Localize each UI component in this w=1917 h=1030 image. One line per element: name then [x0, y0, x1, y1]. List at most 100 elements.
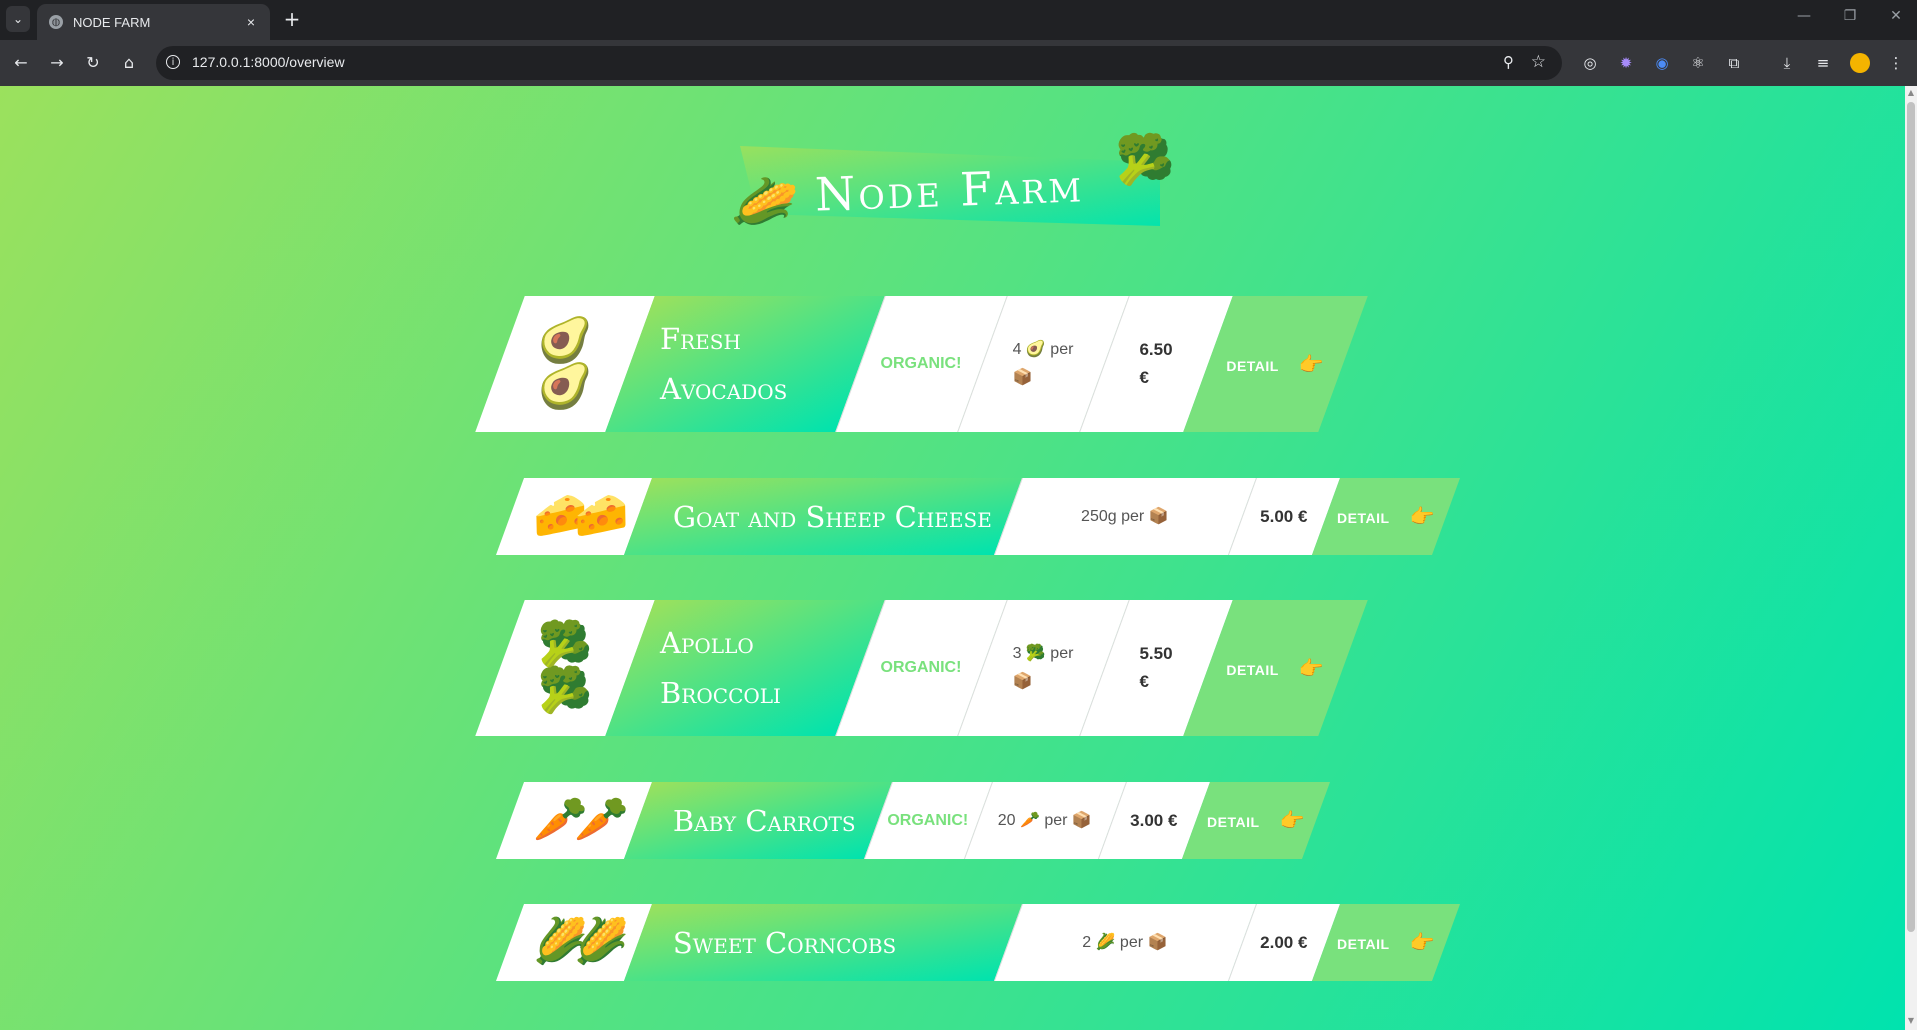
pointing-hand-icon: 👉 [1409, 932, 1435, 954]
vertical-scrollbar[interactable]: ▲ ▼ [1905, 86, 1917, 1030]
product-price: 6.50 € [1139, 340, 1173, 387]
goat-and-sheep-cheese-emoji-icon: 🧀🧀 [533, 490, 615, 542]
product-name[interactable]: Goat and Sheep Cheese [638, 492, 1008, 542]
page-heading: 🌽 Node Farm 🥦 [729, 131, 1175, 241]
segment-content: Goat and Sheep Cheese [638, 492, 1008, 542]
segment-content: ORGANIC! [878, 812, 978, 830]
detail-button[interactable]: DETAIL 👉 [1207, 808, 1305, 833]
product-quantity: 250g per 📦 [1081, 507, 1169, 525]
segment-content: 5.00 € [1242, 503, 1326, 531]
organic-badge: ORGANIC! [880, 659, 962, 676]
card-segment: 2 🌽 per 📦 [993, 904, 1257, 981]
product-price: 3.00 € [1130, 810, 1178, 830]
product-price: 5.50 € [1139, 644, 1173, 691]
reload-icon[interactable]: ↻ [82, 52, 104, 74]
tab-active[interactable]: ◍ NODE FARM × [37, 4, 270, 40]
segment-content: DETAIL 👉 [1326, 504, 1446, 529]
segment-content: Baby Carrots [638, 796, 878, 846]
home-icon[interactable]: ⌂ [118, 52, 140, 74]
segment-content: ORGANIC! [860, 355, 982, 373]
pointing-hand-icon: 👉 [1409, 506, 1435, 528]
detail-button[interactable]: DETAIL 👉 [1227, 656, 1325, 681]
broccoli-icon: 🥦 [1115, 132, 1175, 188]
baby-carrots-emoji-icon: 🥕🥕 [533, 794, 615, 846]
product-name[interactable]: Fresh Avocados [630, 314, 860, 414]
back-icon[interactable]: ← [10, 52, 32, 74]
tab-search-button[interactable]: ⌄ [6, 6, 30, 32]
detail-button[interactable]: DETAIL 👉 [1337, 930, 1435, 955]
page-title: Node Farm [814, 158, 1085, 222]
card-segment: Goat and Sheep Cheese [623, 478, 1023, 555]
organic-badge: ORGANIC! [887, 811, 969, 829]
new-tab-button[interactable]: + [281, 8, 303, 30]
product-name[interactable]: Sweet Corncobs [638, 918, 1008, 968]
close-tab-icon[interactable]: × [242, 13, 260, 31]
segment-content: 5.50 € [1104, 640, 1208, 696]
reading-list-icon[interactable]: ≡ [1813, 53, 1833, 73]
scrollbar-thumb[interactable] [1907, 102, 1915, 932]
segment-content: DETAIL 👉 [1208, 656, 1343, 681]
forward-icon[interactable]: → [46, 52, 68, 74]
site-info-icon[interactable]: i [166, 55, 180, 69]
card-segment: 250g per 📦 [993, 478, 1257, 555]
segment-content: ORGANIC! [860, 659, 982, 677]
product-price: 5.00 € [1260, 506, 1308, 526]
downloads-icon[interactable]: ⤓ [1777, 53, 1797, 73]
product-quantity: 2 🌽 per 📦 [1082, 933, 1168, 951]
product-card: 🥑 🥑 Fresh Avocados ORGANIC! 4 🥑 per 📦 6.50 € DETA… [475, 296, 1428, 432]
segment-content: 250g per 📦 [1008, 503, 1242, 531]
segment-content: 4 🥑 per 📦 [982, 336, 1104, 392]
segment-content: 🧀🧀 [510, 490, 638, 542]
extension-gear-icon[interactable]: ✹ [1616, 53, 1636, 73]
segment-content: 2 🌽 per 📦 [1008, 929, 1242, 957]
detail-button[interactable]: DETAIL 👉 [1337, 504, 1435, 529]
apollo-broccoli-emoji-icon: 🥦 🥦 [537, 618, 593, 716]
segment-content: 🌽🌽 [510, 916, 638, 968]
tab-title: NODE FARM [73, 14, 151, 30]
segment-content: 3 🥦 per 📦 [982, 640, 1104, 696]
scroll-up-icon[interactable]: ▲ [1906, 88, 1916, 97]
segment-content: 🥕🥕 [510, 794, 638, 846]
segment-content: Fresh Avocados [630, 314, 860, 414]
bookmark-star-icon[interactable]: ☆ [1531, 52, 1546, 72]
organic-badge: ORGANIC! [880, 355, 962, 372]
product-quantity: 4 🥑 per 📦 [1012, 341, 1074, 386]
segment-content: DETAIL 👉 [1326, 930, 1446, 955]
globe-icon: ◍ [49, 15, 63, 29]
segment-content: 20 🥕 per 📦 [978, 807, 1112, 835]
minimize-icon[interactable]: — [1792, 8, 1816, 24]
restore-icon[interactable]: ❐ [1838, 8, 1862, 24]
extension-download-icon[interactable]: ◉ [1652, 53, 1672, 73]
profile-avatar[interactable] [1850, 53, 1870, 73]
card-segment: Baby Carrots [623, 782, 893, 859]
segment-content: 🥑 🥑 [500, 314, 630, 412]
detail-button[interactable]: DETAIL 👉 [1227, 352, 1325, 377]
segment-content: Apollo Broccoli [630, 618, 860, 718]
product-quantity: 20 🥕 per 📦 [997, 811, 1093, 829]
segment-content: 6.50 € [1104, 336, 1208, 392]
react-devtools-icon[interactable]: ⚛ [1688, 53, 1708, 73]
product-name[interactable]: Baby Carrots [638, 796, 878, 846]
tab-strip: ⌄ ◍ NODE FARM × + — ❐ ✕ [0, 0, 1917, 40]
segment-content: 🥦 🥦 [500, 618, 630, 716]
address-bar[interactable]: i 127.0.0.1:8000/overview ⚲ ☆ [156, 46, 1562, 80]
scroll-down-icon[interactable]: ▼ [1906, 1016, 1916, 1025]
segment-content: Sweet Corncobs [638, 918, 1008, 968]
product-name[interactable]: Apollo Broccoli [630, 618, 860, 718]
sweet-corncobs-emoji-icon: 🌽🌽 [533, 916, 615, 968]
segment-content: DETAIL 👉 [1208, 352, 1343, 377]
menu-kebab-icon[interactable]: ⋮ [1886, 53, 1906, 73]
product-card: 🥕🥕 Baby Carrots ORGANIC! 20 🥕 per 📦 3.00 € DE… [495, 782, 1404, 859]
zoom-icon[interactable]: ⚲ [1503, 53, 1514, 71]
segment-content: 3.00 € [1112, 807, 1196, 835]
product-card: 🌽🌽 Sweet Corncobs 2 🌽 per 📦 2.00 € DETAIL 👉 [495, 904, 1461, 981]
card-segment: Sweet Corncobs [623, 904, 1023, 981]
product-quantity: 3 🥦 per 📦 [1012, 645, 1074, 690]
segment-content: 2.00 € [1242, 929, 1326, 957]
fresh-avocados-emoji-icon: 🥑 🥑 [537, 314, 593, 412]
translate-extension-icon[interactable]: ◎ [1580, 53, 1600, 73]
window-close-icon[interactable]: ✕ [1884, 8, 1908, 24]
pointing-hand-icon: 👉 [1299, 353, 1325, 376]
extensions-puzzle-icon[interactable]: ⧉ [1724, 53, 1744, 73]
url-text[interactable]: 127.0.0.1:8000/overview [192, 54, 345, 70]
